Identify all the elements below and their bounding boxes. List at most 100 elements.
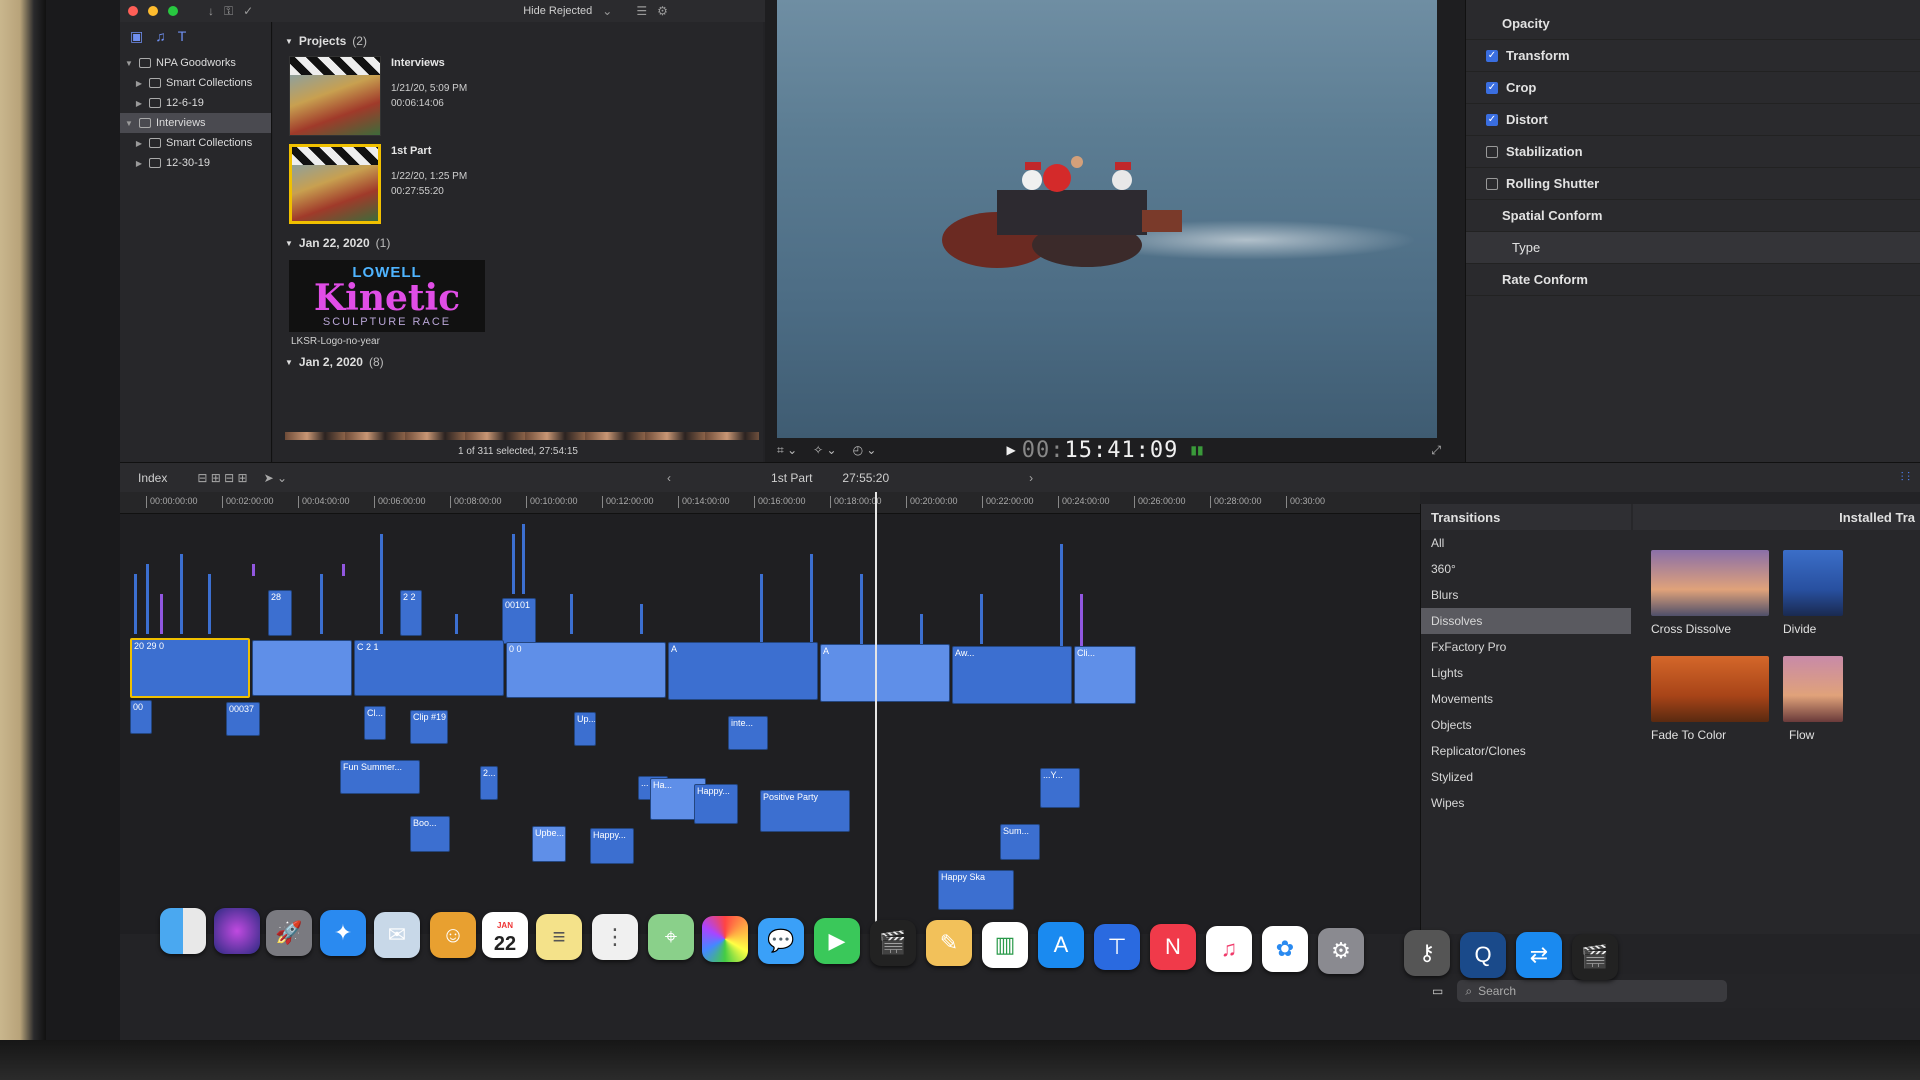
import-arrow-icon[interactable]: ↓ <box>208 4 214 18</box>
transform-tool-icon[interactable]: ✧ ⌄ <box>813 443 836 457</box>
calendar-icon[interactable]: JAN 22 <box>482 912 528 958</box>
project-thumbnail-selected[interactable] <box>289 144 381 224</box>
hide-rejected-menu[interactable]: Hide Rejected <box>523 5 592 17</box>
checkbox[interactable] <box>1486 177 1498 190</box>
playhead-timecode[interactable]: 00:15:41:09 <box>1022 438 1179 463</box>
disclosure-triangle-icon[interactable]: ▼ <box>285 37 293 46</box>
project-item[interactable]: Interviews 1/21/20, 5:09 PM 00:06:14:06 <box>289 56 763 136</box>
messages-icon[interactable]: 💬 <box>758 918 804 964</box>
connected-clip[interactable]: Happy... <box>694 784 738 824</box>
playhead[interactable] <box>875 492 877 934</box>
connected-clip[interactable]: Clip #19 <box>410 710 448 744</box>
key-icon[interactable]: ⚿ <box>224 4 233 19</box>
final-cut-pro-icon[interactable]: 🎬 <box>870 920 916 966</box>
connected-clip[interactable]: 2 2 <box>400 590 422 636</box>
event-group-header[interactable]: ▼ Jan 22, 2020 (1) <box>285 232 763 254</box>
project-item[interactable]: 1st Part 1/22/20, 1:25 PM 00:27:55:20 <box>289 144 763 224</box>
skimming-icon[interactable]: ⫶ ⫶ <box>1901 470 1910 485</box>
connected-clip[interactable]: 00037 <box>226 702 260 736</box>
mail-icon[interactable]: ✉ <box>374 912 420 958</box>
connected-clip[interactable] <box>160 594 163 634</box>
connected-clip[interactable] <box>980 594 983 644</box>
storyline-clip[interactable]: A <box>820 644 950 702</box>
transition-thumbnail-fade-to-color[interactable] <box>1651 656 1769 722</box>
connected-clip[interactable] <box>380 534 383 634</box>
connected-clip[interactable] <box>342 564 345 576</box>
reminders-icon[interactable]: ⋮ <box>592 914 638 960</box>
connected-clip[interactable] <box>146 564 149 634</box>
connected-clip[interactable]: 28 <box>268 590 292 636</box>
maps-icon[interactable]: ⌖ <box>648 914 694 960</box>
connected-clip[interactable] <box>180 554 183 634</box>
connected-clip[interactable]: 00 <box>130 700 152 734</box>
forward-arrow-icon[interactable]: › <box>1029 471 1033 485</box>
titles-generators-icon[interactable]: T <box>178 28 187 45</box>
connected-clip[interactable] <box>810 554 813 644</box>
news-icon[interactable]: N <box>1150 924 1196 970</box>
system-preferences-icon[interactable]: ⚙ <box>1318 928 1364 974</box>
facetime-icon[interactable]: ▶ <box>814 918 860 964</box>
connected-clip[interactable] <box>320 574 323 634</box>
check-icon[interactable]: ✓ <box>243 4 253 18</box>
keynote-icon[interactable]: ⊤ <box>1094 924 1140 970</box>
transition-category[interactable]: Blurs <box>1421 582 1631 608</box>
connected-clip[interactable]: inte... <box>728 716 768 750</box>
inspector-row-type[interactable]: Type <box>1466 232 1920 264</box>
launchpad-icon[interactable]: 🚀 <box>266 910 312 956</box>
app-store-icon[interactable]: A <box>1038 922 1084 968</box>
event-group-header[interactable]: ▼ Jan 2, 2020 (8) <box>285 351 763 373</box>
library-item-event[interactable]: ▶ 12-6-19 <box>120 93 271 113</box>
select-tool-icon[interactable]: ➤ ⌄ <box>264 471 287 485</box>
transition-category-selected[interactable]: Dissolves <box>1421 608 1631 634</box>
disclosure-triangle-icon[interactable]: ▼ <box>285 239 293 248</box>
storyline-clip[interactable]: 0 0 <box>506 642 666 698</box>
video-frame[interactable] <box>777 0 1437 438</box>
disclosure-triangle-icon[interactable]: ▶ <box>134 159 144 168</box>
checkbox[interactable]: ✓ <box>1486 113 1498 126</box>
library-item-event[interactable]: ▶ 12-30-19 <box>120 153 271 173</box>
quicktime-icon[interactable]: Q <box>1460 932 1506 978</box>
transition-thumbnail-flow[interactable] <box>1783 656 1843 722</box>
checkbox[interactable] <box>1486 145 1498 158</box>
disclosure-triangle-icon[interactable]: ▼ <box>124 59 134 68</box>
siri-icon[interactable] <box>214 908 260 954</box>
timeline-ruler[interactable]: 00:00:00:00 00:02:00:00 00:04:00:00 00:0… <box>120 492 1420 514</box>
connected-clip[interactable]: Upbe... <box>532 826 566 862</box>
photo-app-icon[interactable]: ✿ <box>1262 926 1308 972</box>
timeline-index-button[interactable]: Index <box>138 471 167 485</box>
library-item-interviews[interactable]: ▼ Interviews <box>120 113 271 133</box>
gear-icon[interactable]: ⚙ <box>657 4 668 18</box>
libraries-icon[interactable]: ▣ <box>130 28 143 45</box>
music-icon[interactable]: ♫ <box>1206 926 1252 972</box>
checkbox[interactable]: ✓ <box>1486 49 1498 62</box>
disclosure-triangle-icon[interactable]: ▶ <box>134 139 144 148</box>
connected-clip[interactable]: Up... <box>574 712 596 746</box>
connected-clip[interactable] <box>252 564 255 576</box>
connected-clip[interactable]: Fun Summer... <box>340 760 420 794</box>
close-window-button[interactable] <box>128 6 138 16</box>
fullscreen-icon[interactable]: ⤢ <box>1431 443 1441 458</box>
inspector-row-opacity[interactable]: Opacity <box>1466 8 1920 40</box>
transition-category[interactable]: All <box>1421 530 1631 556</box>
library-item-smart-collections[interactable]: ▶ Smart Collections <box>120 133 271 153</box>
connected-clip[interactable] <box>455 614 458 634</box>
storyline-clip[interactable]: Aw... <box>952 646 1072 704</box>
connected-clip[interactable]: Positive Party <box>760 790 850 832</box>
motion-icon[interactable]: 🎬 <box>1572 934 1618 980</box>
inspector-row-rolling-shutter[interactable]: Rolling Shutter <box>1466 168 1920 200</box>
storyline-clip[interactable] <box>252 640 352 696</box>
zoom-window-button[interactable] <box>168 6 178 16</box>
library-item-smart-collections[interactable]: ▶ Smart Collections <box>120 73 271 93</box>
inspector-row-rate-conform[interactable]: Rate Conform <box>1466 264 1920 296</box>
storyline-clip[interactable]: Cli... <box>1074 646 1136 704</box>
storyline-clip-selected[interactable]: 20 29 0 <box>130 638 250 698</box>
speed-tool-icon[interactable]: ◴ ⌄ <box>853 443 877 457</box>
connected-clip[interactable] <box>512 534 515 594</box>
connected-clip[interactable] <box>1080 594 1083 654</box>
safari-icon[interactable]: ✦ <box>320 910 366 956</box>
keychain-icon[interactable]: ⚷ <box>1404 930 1450 976</box>
logo-clip-thumbnail[interactable]: LOWELL Kinetic SCULPTURE RACE <box>289 260 485 332</box>
connected-clip[interactable]: 00101 <box>502 598 536 644</box>
library-item-npa-goodworks[interactable]: ▼ NPA Goodworks <box>120 53 271 73</box>
pages-icon[interactable]: ✎ <box>926 920 972 966</box>
